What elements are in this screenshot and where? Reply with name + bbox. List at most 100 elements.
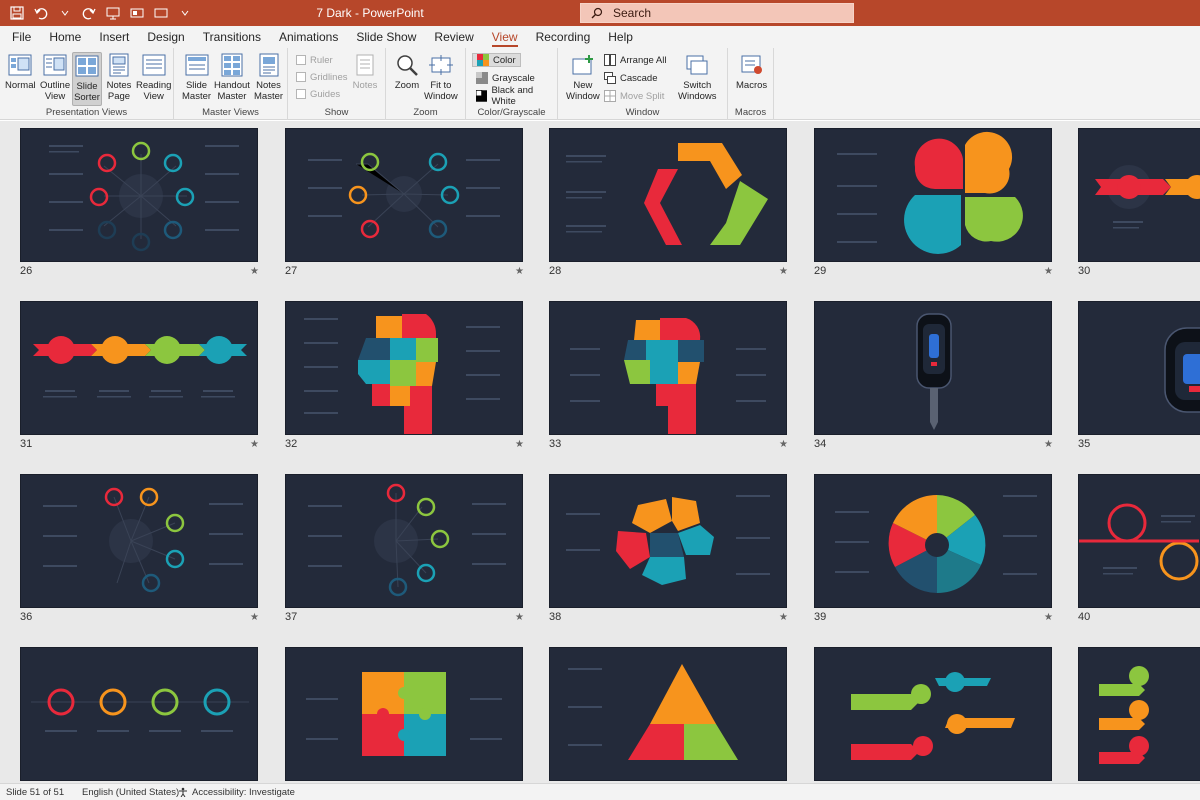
handout-master-button[interactable]: Handout Master — [214, 52, 250, 102]
normal-view-button[interactable]: Normal — [5, 52, 36, 91]
slide-thumbnail[interactable] — [1078, 474, 1200, 608]
tab-insert[interactable]: Insert — [90, 26, 138, 48]
slide-number: 38 — [549, 611, 562, 623]
guides-label: Guides — [310, 88, 341, 100]
ruler-check-icon — [296, 55, 306, 65]
slide-sorter-icon — [74, 53, 100, 79]
fit-to-window-button[interactable]: Fit to Window — [424, 52, 458, 102]
slide-thumbnail[interactable] — [20, 647, 258, 781]
handout-master-label-1: Handout — [214, 80, 250, 91]
slide-thumbnail[interactable] — [814, 301, 1052, 435]
tab-transitions[interactable]: Transitions — [194, 26, 270, 48]
slide-thumbnail[interactable] — [285, 474, 523, 608]
group-show: Ruler Gridlines Guides Notes Show — [288, 48, 386, 120]
accessibility-status[interactable]: Accessibility: Investigate — [192, 787, 295, 798]
slide-thumbnail[interactable] — [549, 474, 787, 608]
tab-home[interactable]: Home — [40, 26, 90, 48]
tab-design[interactable]: Design — [138, 26, 193, 48]
star-icon: ★ — [250, 439, 259, 450]
slide-thumbnail[interactable] — [814, 647, 1052, 781]
slide-number: 35 — [1078, 438, 1091, 450]
slide-thumbnail[interactable] — [285, 647, 523, 781]
group-label-presentation-views: Presentation Views — [45, 107, 128, 118]
notes-page-button[interactable]: Notes Page — [106, 52, 132, 102]
zoom-button[interactable]: Zoom — [394, 52, 420, 91]
slide-thumbnail[interactable] — [20, 301, 258, 435]
grayscale-option[interactable]: Grayscale — [476, 70, 535, 86]
gridlines-label: Gridlines — [310, 71, 348, 83]
gridlines-check-icon — [296, 72, 306, 82]
zoom-label: Zoom — [394, 80, 420, 91]
guides-checkbox[interactable]: Guides — [296, 86, 340, 102]
tab-slide-show[interactable]: Slide Show — [347, 26, 425, 48]
switch-windows-icon — [684, 52, 710, 78]
ribbon: Normal Outline View Slide Sorter Notes P… — [0, 48, 1200, 120]
move-split-icon — [604, 90, 616, 102]
reading-view-icon — [141, 52, 167, 78]
macros-label: Macros — [736, 80, 768, 91]
grayscale-label: Grayscale — [492, 72, 535, 84]
star-icon: ★ — [1044, 266, 1053, 277]
arrange-all-label: Arrange All — [620, 54, 667, 66]
slide-29-graphic — [837, 131, 1023, 254]
slide-number: 33 — [549, 438, 562, 450]
slide-thumbnail[interactable] — [549, 301, 787, 435]
slide-thumbnail[interactable] — [549, 647, 787, 781]
tab-file[interactable]: File — [0, 26, 40, 48]
notes-master-label-1: Notes — [256, 80, 281, 91]
language-status[interactable]: English (United States) — [82, 787, 179, 798]
notes-button[interactable]: Notes — [352, 52, 378, 91]
notes-icon — [352, 52, 378, 78]
slide-sorter-button[interactable]: Slide Sorter — [72, 52, 102, 106]
notes-master-button[interactable]: Notes Master — [254, 52, 283, 102]
ruler-checkbox[interactable]: Ruler — [296, 52, 333, 68]
cascade-button[interactable]: Cascade — [604, 70, 658, 86]
switch-windows-button[interactable]: Switch Windows — [678, 52, 717, 102]
slide-thumbnail[interactable] — [1078, 128, 1200, 262]
search-input[interactable]: Search — [580, 3, 854, 23]
tab-view[interactable]: View — [483, 26, 527, 48]
star-icon: ★ — [250, 612, 259, 623]
slide-thumbnail[interactable] — [285, 301, 523, 435]
tab-help[interactable]: Help — [599, 26, 642, 48]
slide-sorter-pane[interactable]: 26 ★ 27 ★ 28 ★ 29 ★ 30 31 ★ 32 ★ 33 ★ 34… — [0, 121, 1200, 783]
gridlines-checkbox[interactable]: Gridlines — [296, 69, 348, 85]
accessibility-icon — [178, 787, 188, 800]
handout-master-icon — [219, 52, 245, 78]
notes-page-label-2: Page — [107, 91, 131, 102]
slide-master-button[interactable]: Slide Master — [182, 52, 211, 102]
black-and-white-option[interactable]: Black and White — [476, 85, 557, 107]
tab-recording[interactable]: Recording — [527, 26, 600, 48]
slide-thumbnail[interactable] — [814, 128, 1052, 262]
outline-view-label-2: View — [44, 91, 66, 102]
arrange-all-button[interactable]: Arrange All — [604, 52, 666, 68]
group-label-show: Show — [324, 107, 349, 118]
fit-to-window-icon — [428, 52, 454, 78]
reading-view-button[interactable]: Reading View — [136, 52, 171, 102]
new-window-button[interactable]: New Window — [566, 52, 600, 102]
slide-27-graphic — [308, 152, 500, 239]
color-option[interactable]: Color — [472, 52, 521, 68]
outline-view-button[interactable]: Outline View — [40, 52, 70, 102]
slide-thumbnail[interactable] — [1078, 647, 1200, 781]
slide-thumbnail[interactable] — [20, 474, 258, 608]
outline-view-icon — [42, 52, 68, 78]
slide-thumbnail[interactable] — [814, 474, 1052, 608]
slide-thumbnail[interactable] — [285, 128, 523, 262]
handout-master-label-2: Master — [217, 91, 247, 102]
slide-thumbnail[interactable] — [1078, 301, 1200, 435]
star-icon: ★ — [779, 612, 788, 623]
move-split-button[interactable]: Move Split — [604, 88, 664, 104]
macros-icon — [739, 52, 765, 78]
ruler-label: Ruler — [310, 54, 333, 66]
macros-button[interactable]: Macros — [736, 52, 767, 91]
slide-number: 31 — [20, 438, 33, 450]
slide-35-graphic — [1164, 327, 1200, 413]
tab-review[interactable]: Review — [425, 26, 482, 48]
slide-thumbnail[interactable] — [549, 128, 787, 262]
star-icon: ★ — [779, 266, 788, 277]
slide-thumbnail[interactable] — [20, 128, 258, 262]
tab-animations[interactable]: Animations — [270, 26, 347, 48]
normal-view-icon — [7, 52, 33, 78]
slide-number: 27 — [285, 265, 298, 277]
